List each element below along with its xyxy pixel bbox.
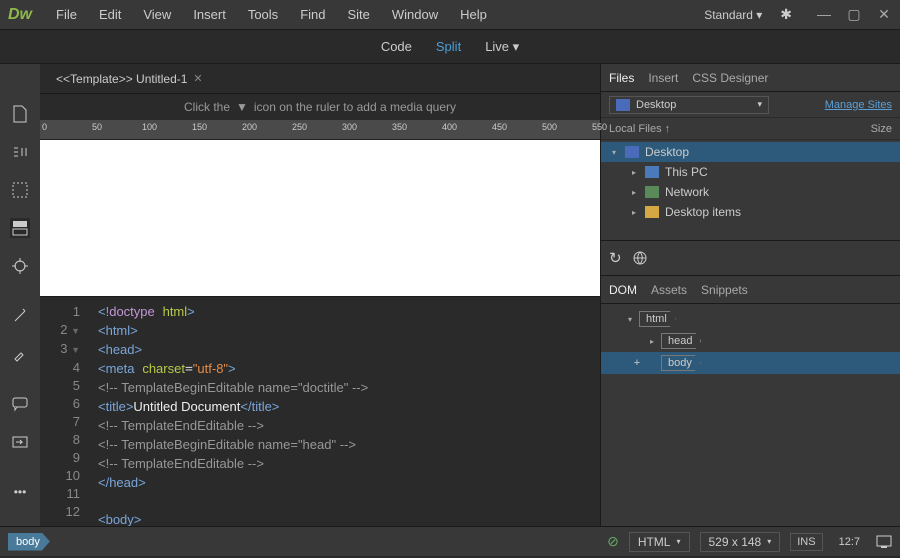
code-content[interactable]: <!doctype html> <html> <head> <meta char… — [90, 297, 600, 526]
sync-icon[interactable]: ✱ — [780, 6, 792, 23]
cursor-position: 12:7 — [833, 534, 866, 550]
split-icon[interactable] — [10, 218, 30, 238]
window-controls: — ▢ ✕ — [816, 9, 892, 21]
tree-item-network[interactable]: Network — [601, 182, 900, 202]
no-errors-icon[interactable]: ⊘ — [607, 533, 619, 550]
file-columns[interactable]: Local Files ↑ Size — [601, 118, 900, 140]
menu-find[interactable]: Find — [290, 3, 335, 26]
media-query-hint: Click the ▼ icon on the ruler to add a m… — [40, 94, 600, 120]
dom-tab-assets[interactable]: Assets — [651, 283, 687, 297]
dimensions-selector[interactable]: 529 x 148▾ — [700, 532, 781, 552]
brush-icon[interactable] — [10, 344, 30, 364]
insert-mode[interactable]: INS — [790, 533, 822, 551]
menu-site[interactable]: Site — [337, 3, 379, 26]
menu-insert[interactable]: Insert — [183, 3, 236, 26]
manage-sites-link[interactable]: Manage Sites — [825, 99, 892, 111]
dom-tab-snippets[interactable]: Snippets — [701, 283, 748, 297]
ruler[interactable]: 050100150200250300350400450500550 — [40, 120, 600, 140]
view-split-button[interactable]: Split — [432, 35, 465, 58]
view-code-button[interactable]: Code — [377, 35, 416, 58]
status-bar: body ⊘ HTML▾ 529 x 148▾ INS 12:7 — [0, 526, 900, 556]
document-tabbar: <<Template>> Untitled-1 ✕ — [40, 64, 600, 94]
design-canvas[interactable] — [40, 140, 600, 296]
panel-tab-files[interactable]: Files — [609, 71, 634, 85]
add-media-query-icon[interactable]: ▼ — [236, 100, 248, 114]
document-tab[interactable]: <<Template>> Untitled-1 ✕ — [48, 68, 211, 90]
tree-item-this-pc[interactable]: This PC — [601, 162, 900, 182]
preview-icon[interactable] — [876, 535, 892, 549]
more-icon[interactable]: ••• — [10, 482, 30, 502]
code-editor[interactable]: 12 ▼3 ▼456789101112 <!doctype html> <htm… — [40, 296, 600, 526]
add-node-icon[interactable]: + — [631, 357, 643, 369]
panel-tab-css-designer[interactable]: CSS Designer — [692, 71, 768, 85]
dom-node-body[interactable]: +body — [601, 352, 900, 374]
manage-icon[interactable] — [10, 142, 30, 162]
close-tab-icon[interactable]: ✕ — [193, 72, 202, 85]
desktop-icon — [616, 99, 630, 111]
language-selector[interactable]: HTML▾ — [629, 532, 690, 552]
menu-tools[interactable]: Tools — [238, 3, 288, 26]
refresh-icon[interactable]: ↻ — [609, 249, 622, 267]
menu-view[interactable]: View — [133, 3, 181, 26]
close-button[interactable]: ✕ — [876, 9, 892, 21]
dom-node-head[interactable]: head — [601, 330, 900, 352]
dom-tab-dom[interactable]: DOM — [609, 283, 637, 297]
panel-tab-insert[interactable]: Insert — [648, 71, 678, 85]
file-tree: DesktopThis PCNetworkDesktop items — [601, 140, 900, 240]
tag-selector-body[interactable]: body — [8, 533, 50, 551]
minimize-button[interactable]: — — [816, 9, 832, 21]
source-icon[interactable] — [10, 180, 30, 200]
menu-help[interactable]: Help — [450, 3, 497, 26]
view-live-button[interactable]: Live ▾ — [481, 35, 523, 59]
comment-icon[interactable] — [10, 394, 30, 414]
maximize-button[interactable]: ▢ — [846, 9, 862, 21]
site-dropdown[interactable]: Desktop ▾ — [609, 96, 769, 114]
right-panels: Files Insert CSS Designer Desktop ▾ Manage… — [600, 64, 900, 526]
editor-center: <<Template>> Untitled-1 ✕ Click the ▼ ic… — [40, 64, 600, 526]
site-selector-row: Desktop ▾ Manage Sites — [601, 92, 900, 118]
menu-edit[interactable]: Edit — [89, 3, 131, 26]
menubar-right: Standard ▾ ✱ — ▢ ✕ — [696, 4, 892, 26]
tree-item-desktop-items[interactable]: Desktop items — [601, 202, 900, 222]
tree-item-desktop[interactable]: Desktop — [601, 142, 900, 162]
files-panel-tabs: Files Insert CSS Designer — [601, 64, 900, 92]
menu-file[interactable]: File — [46, 3, 87, 26]
menubar: Dw FileEditViewInsertToolsFindSiteWindow… — [0, 0, 900, 30]
app-logo: Dw — [8, 6, 32, 24]
wrap-icon[interactable] — [10, 432, 30, 452]
left-tool-rail: ••• — [0, 64, 40, 526]
dom-toolbar: ↻ — [601, 240, 900, 276]
tab-title: <<Template>> Untitled-1 — [56, 72, 187, 86]
menu-items: FileEditViewInsertToolsFindSiteWindowHel… — [46, 3, 497, 26]
dom-tree: htmlhead+body — [601, 304, 900, 378]
dom-panel-tabs: DOM Assets Snippets — [601, 276, 900, 304]
target-icon[interactable] — [10, 256, 30, 276]
globe-icon[interactable] — [632, 250, 648, 266]
workspace-switcher[interactable]: Standard ▾ — [696, 4, 770, 26]
menu-window[interactable]: Window — [382, 3, 448, 26]
main-area: ••• <<Template>> Untitled-1 ✕ Click the … — [0, 64, 900, 526]
line-gutter: 12 ▼3 ▼456789101112 — [40, 297, 90, 526]
file-icon[interactable] — [10, 104, 30, 124]
viewbar: Code Split Live ▾ — [0, 30, 900, 64]
wand-icon[interactable] — [10, 306, 30, 326]
dom-node-html[interactable]: html — [601, 308, 900, 330]
